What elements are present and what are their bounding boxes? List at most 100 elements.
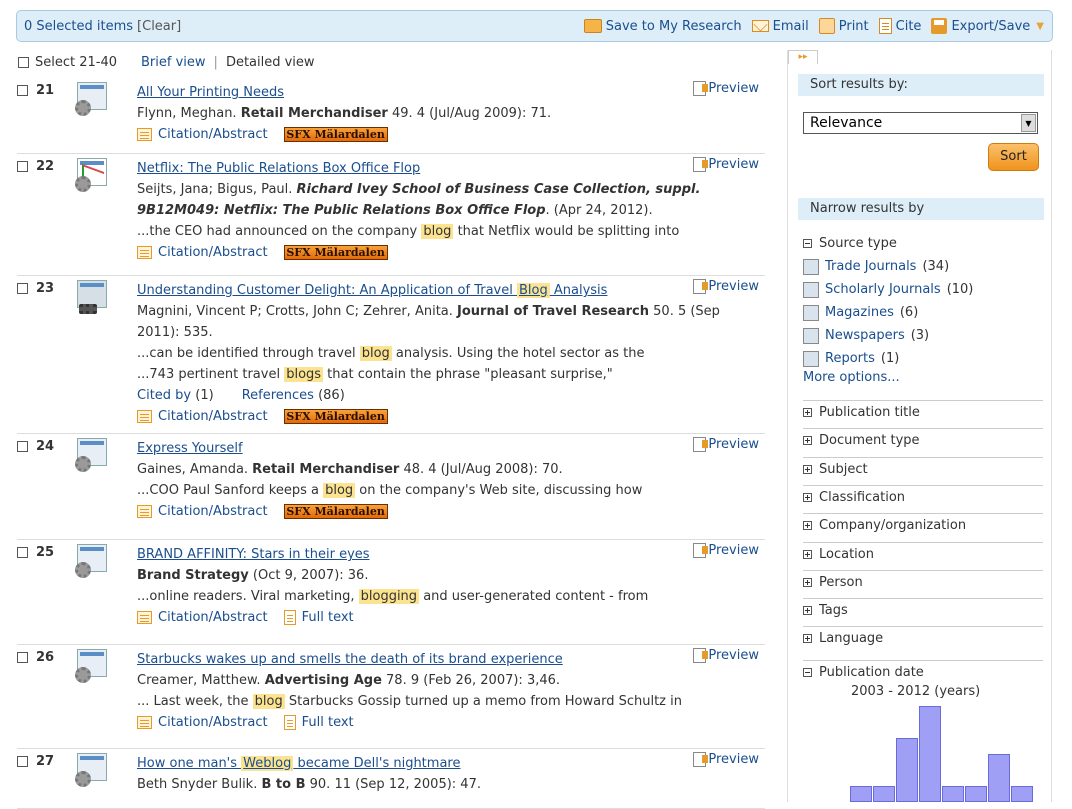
brief-view-link[interactable]: Brief view [141, 55, 206, 70]
full-text-link[interactable]: Full text [283, 607, 354, 628]
preview-link[interactable]: Preview [693, 279, 759, 294]
clear-selection-link[interactable]: [Clear] [137, 19, 181, 34]
selection-toolbar: 0 Selected items [Clear] Save to My Rese… [16, 10, 1053, 42]
preview-label: Preview [708, 543, 759, 558]
result-checkbox[interactable] [17, 85, 28, 96]
year-bar[interactable] [1011, 786, 1033, 802]
source-type-icon [803, 258, 819, 275]
result-item: 21 Preview All Your Printing Needs Flynn… [17, 78, 765, 154]
source-type-item[interactable]: Magazines (6) [803, 301, 1043, 324]
citation-abstract-link[interactable]: Citation/Abstract [137, 242, 268, 263]
year-bar[interactable] [896, 738, 918, 802]
result-checkbox[interactable] [17, 652, 28, 663]
sort-select[interactable]: Relevance ▼ [803, 112, 1038, 134]
preview-link[interactable]: Preview [693, 81, 759, 96]
result-item: 25 Preview BRAND AFFINITY: Stars in thei… [17, 540, 765, 645]
result-title[interactable]: All Your Printing Needs [137, 85, 284, 100]
print-label: Print [838, 18, 869, 34]
abstract-icon [137, 410, 152, 423]
cite-button[interactable]: Cite [878, 18, 921, 34]
year-bar[interactable] [942, 786, 964, 802]
facet-location[interactable]: Location [803, 541, 1043, 562]
result-title[interactable]: Express Yourself [137, 441, 243, 456]
export-save-button[interactable]: Export/Save ▼ [931, 18, 1044, 34]
result-checkbox[interactable] [17, 756, 28, 767]
result-item: 27 Preview How one man's Weblog became D… [17, 749, 765, 809]
year-bar[interactable] [988, 754, 1010, 802]
year-bar[interactable] [873, 786, 895, 802]
references-link[interactable]: References (86) [242, 385, 345, 406]
result-item: 26 Preview Starbucks wakes up and smells… [17, 645, 765, 749]
expand-icon [803, 606, 812, 616]
more-options-link[interactable]: More options... [803, 370, 1043, 385]
preview-label: Preview [708, 81, 759, 96]
facet-company-organization[interactable]: Company/organization [803, 513, 1043, 533]
result-checkbox[interactable] [17, 283, 28, 294]
source-type-item[interactable]: Scholarly Journals (10) [803, 278, 1043, 301]
email-button[interactable]: Email [751, 19, 809, 34]
facet-tags[interactable]: Tags [803, 598, 1043, 618]
result-number: 21 [36, 83, 55, 98]
facet-subject[interactable]: Subject [803, 456, 1043, 477]
citation-abstract-link[interactable]: Citation/Abstract [137, 501, 268, 522]
expand-icon [803, 492, 812, 502]
result-checkbox[interactable] [17, 161, 28, 172]
result-number: 24 [36, 439, 55, 454]
source-type-item[interactable]: Reports (1) [803, 347, 1043, 370]
full-text-link[interactable]: Full text [283, 712, 354, 733]
result-title[interactable]: Understanding Customer Delight: An Appli… [137, 283, 607, 298]
preview-link[interactable]: Preview [693, 437, 759, 452]
facet-language[interactable]: Language [803, 626, 1043, 646]
result-meta: Creamer, Matthew. Advertising Age 78. 9 … [137, 673, 561, 688]
citation-abstract-link[interactable]: Citation/Abstract [137, 406, 268, 427]
collapse-icon [803, 239, 812, 248]
preview-link[interactable]: Preview [693, 543, 759, 558]
year-bar[interactable] [850, 786, 872, 802]
sort-button[interactable]: Sort [988, 143, 1039, 171]
sfx-link-button[interactable]: SFX Mälardalen [283, 504, 388, 519]
citation-abstract-link[interactable]: Citation/Abstract [137, 712, 268, 733]
result-title[interactable]: Starbucks wakes up and smells the death … [137, 652, 563, 667]
result-title[interactable]: BRAND AFFINITY: Stars in their eyes [137, 547, 370, 562]
save-to-my-research-button[interactable]: Save to My Research [583, 19, 742, 34]
abstract-icon [137, 611, 152, 624]
preview-link[interactable]: Preview [693, 752, 759, 767]
preview-icon [693, 81, 709, 96]
result-checkbox[interactable] [17, 441, 28, 452]
result-title[interactable]: How one man's Weblog became Dell's night… [137, 756, 460, 771]
result-checkbox[interactable] [17, 547, 28, 558]
sfx-link-button[interactable]: SFX Mälardalen [283, 127, 388, 142]
year-bar[interactable] [919, 706, 941, 802]
selected-items-count[interactable]: 0 Selected items [24, 19, 133, 34]
preview-link[interactable]: Preview [693, 648, 759, 663]
source-type-icon [803, 304, 819, 321]
result-type-icon [75, 82, 109, 116]
source-type-item[interactable]: Trade Journals (34) [803, 255, 1043, 278]
facet-document-type[interactable]: Document type [803, 428, 1043, 448]
sidebar-collapse-tab[interactable]: ▸▸ [788, 50, 818, 64]
folder-icon [583, 19, 602, 33]
facet-publication-title[interactable]: Publication title [803, 400, 1043, 420]
result-number: 25 [36, 545, 55, 560]
facet-publication-date[interactable]: Publication date [803, 660, 1043, 680]
source-type-item[interactable]: Newspapers (3) [803, 324, 1043, 347]
result-meta: Brand Strategy (Oct 9, 2007): 36. [137, 568, 369, 583]
facet-person[interactable]: Person [803, 569, 1043, 590]
year-bar[interactable] [965, 786, 987, 802]
result-title[interactable]: Netflix: The Public Relations Box Office… [137, 161, 420, 176]
sfx-link-button[interactable]: SFX Mälardalen [283, 409, 388, 424]
source-type-label: Source type [819, 236, 897, 251]
select-page-checkbox[interactable] [18, 57, 29, 68]
result-type-icon [75, 544, 109, 578]
facet-source-type-toggle[interactable]: Source type [803, 236, 1043, 251]
sfx-link-button[interactable]: SFX Mälardalen [283, 245, 388, 260]
preview-link[interactable]: Preview [693, 157, 759, 172]
facet-classification[interactable]: Classification [803, 484, 1043, 505]
citation-abstract-link[interactable]: Citation/Abstract [137, 607, 268, 628]
print-button[interactable]: Print [818, 18, 869, 34]
cited-by-link[interactable]: Cited by (1) [137, 385, 214, 406]
citation-abstract-link[interactable]: Citation/Abstract [137, 124, 268, 145]
result-links: Citation/Abstract SFX Mälardalen [137, 124, 765, 145]
full-text-icon [283, 715, 296, 730]
result-snippet: ... Last week, the blog Starbucks Gossip… [137, 694, 682, 709]
